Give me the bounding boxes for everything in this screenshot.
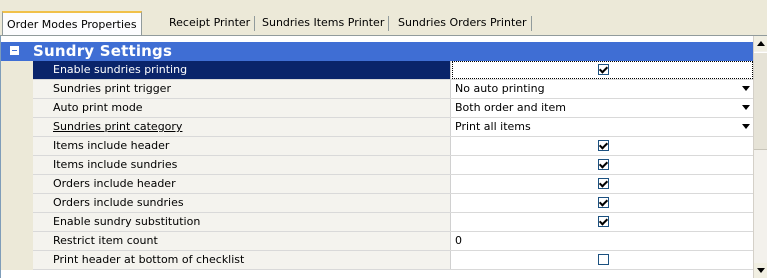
tab-label: Sundries Items Printer bbox=[262, 16, 385, 29]
property-grid[interactable]: Sundry Settings Enable sundries printing… bbox=[0, 36, 767, 278]
property-rows: Enable sundries printing Sundries print t… bbox=[1, 61, 753, 270]
scroll-up-arrow-icon[interactable] bbox=[754, 36, 767, 51]
property-dropdown[interactable]: Print all items bbox=[452, 118, 753, 136]
row-gutter bbox=[1, 61, 33, 80]
dropdown-value: No auto printing bbox=[455, 82, 545, 95]
property-name[interactable]: Enable sundry substitution bbox=[33, 213, 451, 231]
tab-label: Sundries Orders Printer bbox=[398, 16, 527, 29]
property-name[interactable]: Orders include sundries bbox=[33, 194, 451, 212]
property-dropdown[interactable]: No auto printing bbox=[452, 80, 753, 98]
property-name[interactable]: Sundries print category bbox=[33, 118, 451, 136]
tab-receipt-printer[interactable]: Receipt Printer bbox=[165, 13, 256, 33]
tab-order-modes-properties[interactable]: Order Modes Properties bbox=[2, 11, 142, 37]
checkbox-checked-icon[interactable] bbox=[598, 64, 609, 75]
row-gutter bbox=[1, 213, 33, 232]
row-gutter bbox=[1, 175, 33, 194]
checkbox-checked-icon[interactable] bbox=[598, 178, 609, 189]
property-text-value[interactable]: 0 bbox=[452, 232, 753, 250]
dropdown-arrow-icon[interactable] bbox=[742, 86, 750, 91]
property-dropdown[interactable]: Both order and item bbox=[452, 99, 753, 117]
dropdown-arrow-icon[interactable] bbox=[742, 105, 750, 110]
property-row[interactable]: Sundries print trigger No auto printing bbox=[1, 80, 753, 99]
property-checkbox-cell[interactable] bbox=[452, 213, 753, 231]
property-checkbox-cell[interactable] bbox=[452, 137, 753, 155]
row-gutter bbox=[1, 137, 33, 156]
dropdown-value: Both order and item bbox=[455, 101, 566, 114]
property-checkbox-cell[interactable] bbox=[452, 61, 753, 79]
property-row[interactable]: Items include sundries bbox=[1, 156, 753, 175]
row-gutter bbox=[1, 80, 33, 99]
vertical-scrollbar[interactable] bbox=[753, 36, 767, 278]
tab-sundries-orders-printer[interactable]: Sundries Orders Printer bbox=[394, 13, 532, 33]
property-name[interactable]: Orders include header bbox=[33, 175, 451, 193]
property-checkbox-cell[interactable] bbox=[452, 175, 753, 193]
checkbox-checked-icon[interactable] bbox=[598, 197, 609, 208]
dropdown-value: Print all items bbox=[455, 120, 531, 133]
scroll-down-arrow-icon[interactable] bbox=[754, 263, 767, 278]
row-gutter bbox=[1, 156, 33, 175]
property-name[interactable]: Sundries print trigger bbox=[33, 80, 451, 98]
row-gutter bbox=[1, 99, 33, 118]
property-row[interactable]: Orders include sundries bbox=[1, 194, 753, 213]
property-name[interactable]: Restrict item count bbox=[33, 232, 451, 250]
property-row[interactable]: Orders include header bbox=[1, 175, 753, 194]
row-gutter bbox=[1, 194, 33, 213]
property-name[interactable]: Print header at bottom of checklist bbox=[33, 251, 451, 269]
property-row[interactable]: Print header at bottom of checklist bbox=[1, 251, 753, 270]
tab-sundries-items-printer[interactable]: Sundries Items Printer bbox=[258, 13, 390, 33]
tab-label: Order Modes Properties bbox=[7, 18, 137, 31]
tab-separator bbox=[530, 16, 532, 31]
checkbox-checked-icon[interactable] bbox=[598, 140, 609, 151]
row-gutter bbox=[1, 232, 33, 251]
tab-separator bbox=[254, 16, 256, 31]
property-row[interactable]: Enable sundry substitution bbox=[1, 213, 753, 232]
property-row[interactable]: Restrict item count 0 bbox=[1, 232, 753, 251]
property-row[interactable]: Items include header bbox=[1, 137, 753, 156]
property-tabs: Order Modes Properties Receipt Printer S… bbox=[0, 0, 767, 37]
property-row[interactable]: Auto print mode Both order and item bbox=[1, 99, 753, 118]
tab-separator bbox=[388, 16, 390, 31]
checkbox-checked-icon[interactable] bbox=[598, 216, 609, 227]
property-name[interactable]: Auto print mode bbox=[33, 99, 451, 117]
category-title: Sundry Settings bbox=[33, 42, 173, 60]
property-row[interactable]: Sundries print category Print all items bbox=[1, 118, 753, 137]
dropdown-arrow-icon[interactable] bbox=[742, 124, 750, 129]
property-checkbox-cell[interactable] bbox=[452, 251, 753, 269]
row-gutter bbox=[1, 118, 33, 137]
checkbox-unchecked-icon[interactable] bbox=[598, 254, 609, 265]
property-checkbox-cell[interactable] bbox=[452, 194, 753, 212]
tab-label: Receipt Printer bbox=[169, 16, 251, 29]
category-header[interactable]: Sundry Settings bbox=[1, 42, 753, 61]
scroll-thumb[interactable] bbox=[754, 52, 767, 150]
property-row[interactable]: Enable sundries printing bbox=[1, 61, 753, 80]
row-gutter bbox=[1, 251, 33, 270]
checkbox-checked-icon[interactable] bbox=[598, 159, 609, 170]
property-name[interactable]: Items include header bbox=[33, 137, 451, 155]
property-name[interactable]: Enable sundries printing bbox=[33, 61, 451, 79]
property-name[interactable]: Items include sundries bbox=[33, 156, 451, 174]
property-checkbox-cell[interactable] bbox=[452, 156, 753, 174]
collapse-icon[interactable] bbox=[10, 46, 19, 55]
